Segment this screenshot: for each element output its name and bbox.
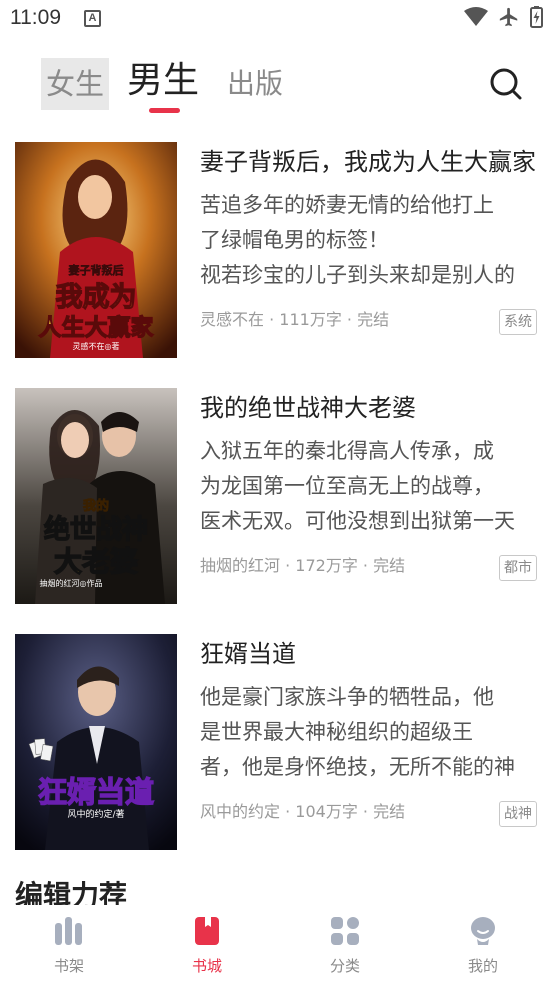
tab-male[interactable]: 男生 — [127, 52, 199, 110]
book-author: 灵感不在 — [200, 310, 265, 329]
book-category-tag: 战神 — [499, 801, 537, 827]
airplane-mode-icon — [499, 7, 518, 27]
book-description-line: 他是豪门家族斗争的牺牲品，他 — [200, 685, 494, 709]
book-status: 完结 — [373, 802, 406, 821]
nav-item-bookstore[interactable]: 书城 — [157, 905, 257, 984]
bookstore-icon — [195, 917, 219, 945]
book-meta: 风中的约定 · 104万字 · 完结 — [200, 802, 406, 821]
book-description-line: 医术无双。可他没想到出狱第一天 — [200, 509, 515, 533]
book-author: 风中的约定 — [200, 802, 281, 821]
book-list-item[interactable]: 妻子背叛后 我成为 人生大赢家 灵感不在◎著 妻子背叛后，我成为人生大赢家 苦追… — [0, 142, 553, 358]
book-word-count: 172万字 — [295, 556, 358, 575]
tab-female[interactable]: 女生 — [41, 58, 109, 110]
book-description-line: 者，他是身怀绝技，无所不能的神 — [200, 755, 515, 779]
nav-item-profile[interactable]: 我的 — [433, 905, 533, 984]
cover-big-text-1: 绝世战神 — [44, 514, 148, 545]
book-description: 苦追多年的娇妻无情的给他打上 了绿帽龟男的标签！ 视若珍宝的儿子到头来却是别人的 — [200, 188, 540, 293]
active-tab-indicator — [149, 108, 180, 113]
book-cover[interactable]: 我的 绝世战神 大老婆 抽烟的红河◎作品 — [15, 388, 177, 604]
book-status: 完结 — [373, 556, 406, 575]
cover-small-text: 我的 — [83, 498, 109, 514]
cover-author: 抽烟的红河◎作品 — [40, 578, 103, 588]
book-category-tag: 都市 — [499, 555, 537, 581]
cover-big-text-2: 人生大赢家 — [39, 314, 154, 341]
category-icon — [331, 917, 359, 945]
book-author: 抽烟的红河 — [200, 556, 281, 575]
nav-label: 我的 — [467, 957, 498, 975]
bottom-nav: 书架 书城 分类 我的 — [0, 905, 553, 984]
cover-author: 灵感不在◎著 — [73, 341, 120, 351]
nav-item-category[interactable]: 分类 — [295, 905, 395, 984]
nav-label: 书城 — [191, 957, 222, 975]
book-description-line: 入狱五年的秦北得高人传承，成 — [200, 439, 494, 463]
notification-a-icon: A — [84, 10, 101, 27]
book-description: 他是豪门家族斗争的牺牲品，他 是世界最大神秘组织的超级王 者，他是身怀绝技，无所… — [200, 680, 540, 785]
book-meta: 灵感不在 · 111万字 · 完结 — [200, 310, 390, 329]
book-description-line: 是世界最大神秘组织的超级王 — [200, 720, 473, 744]
status-icons — [464, 6, 543, 28]
wifi-icon — [464, 7, 488, 26]
cover-small-text: 妻子背叛后 — [69, 263, 124, 277]
cover-big-text-1: 狂婿当道 — [38, 775, 154, 809]
nav-label: 分类 — [329, 957, 360, 975]
book-list-item[interactable]: 我的 绝世战神 大老婆 抽烟的红河◎作品 我的绝世战神大老婆 入狱五年的秦北得高… — [0, 388, 553, 604]
book-description-line: 视若珍宝的儿子到头来却是别人的 — [200, 263, 515, 287]
bookshelf-icon — [55, 917, 82, 945]
book-category-tag: 系统 — [499, 309, 537, 335]
cover-author: 风中的约定/著 — [67, 808, 124, 820]
book-description-line: 了绿帽龟男的标签！ — [200, 228, 389, 252]
book-cover[interactable]: 妻子背叛后 我成为 人生大赢家 灵感不在◎著 — [15, 142, 177, 358]
status-bar: 11:09 A — [0, 0, 553, 38]
cover-big-text-2: 大老婆 — [54, 545, 138, 578]
book-list-item[interactable]: 狂婿当道 风中的约定/著 狂婿当道 他是豪门家族斗争的牺牲品，他 是世界最大神秘… — [0, 634, 553, 850]
book-description: 入狱五年的秦北得高人传承，成 为龙国第一位至高无上的战尊， 医术无双。可他没想到… — [200, 434, 540, 539]
battery-charging-icon — [530, 6, 543, 28]
book-cover[interactable]: 狂婿当道 风中的约定/著 — [15, 634, 177, 850]
book-title[interactable]: 狂婿当道 — [200, 636, 536, 672]
status-time: 11:09 — [10, 6, 61, 29]
cover-big-text-1: 我成为 — [56, 282, 137, 313]
nav-item-bookshelf[interactable]: 书架 — [19, 905, 119, 984]
book-description-line: 为龙国第一位至高无上的战尊， — [200, 474, 494, 498]
tab-publish[interactable]: 出版 — [227, 58, 283, 110]
book-title[interactable]: 我的绝世战神大老婆 — [200, 390, 536, 426]
book-title[interactable]: 妻子背叛后，我成为人生大赢家 — [200, 144, 536, 180]
book-word-count: 111万字 — [279, 310, 342, 329]
search-icon — [490, 68, 522, 100]
profile-icon — [471, 917, 495, 945]
search-button[interactable] — [488, 66, 524, 102]
nav-label: 书架 — [53, 957, 84, 975]
book-description-line: 苦追多年的娇妻无情的给他打上 — [200, 193, 494, 217]
book-status: 完结 — [357, 310, 390, 329]
book-word-count: 104万字 — [295, 802, 358, 821]
top-tab-bar: 女生 男生 出版 — [0, 56, 553, 116]
book-meta: 抽烟的红河 · 172万字 · 完结 — [200, 556, 406, 575]
